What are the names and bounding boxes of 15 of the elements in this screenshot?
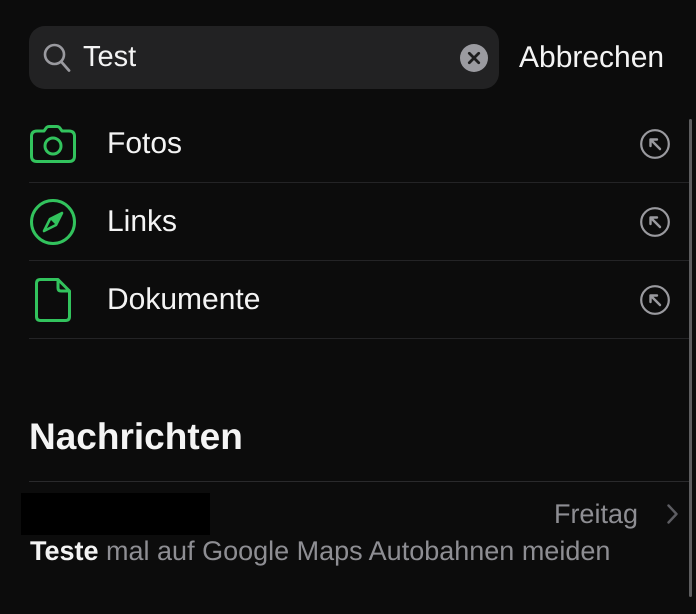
document-icon: [35, 278, 71, 322]
search-icon: [43, 43, 71, 73]
message-preview: Teste mal auf Google Maps Autobahnen meiden: [30, 535, 610, 567]
cancel-button[interactable]: Abbrechen: [519, 40, 664, 76]
compass-icon: [30, 198, 76, 244]
chevron-icon[interactable]: [667, 504, 678, 524]
clear-button[interactable]: [460, 44, 488, 72]
camera-icon: [30, 124, 76, 162]
date-label: Freitag: [554, 498, 638, 530]
clear-icon: [460, 44, 488, 72]
category-row[interactable]: Links: [29, 183, 690, 261]
category-row[interactable]: Fotos: [29, 105, 690, 183]
category-row[interactable]: Dokumente: [29, 261, 690, 339]
search-field[interactable]: Test: [29, 26, 499, 89]
section-title: Nachrichten: [29, 416, 243, 458]
